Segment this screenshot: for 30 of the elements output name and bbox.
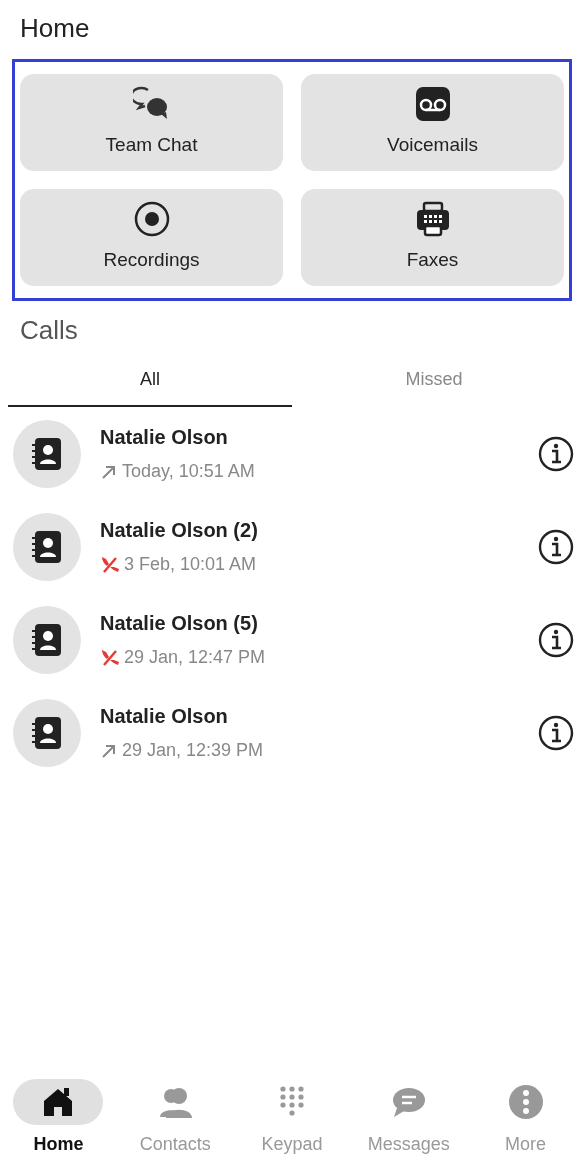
- contact-book-icon: [32, 622, 62, 657]
- section-title: Calls: [20, 314, 79, 347]
- info-button[interactable]: [538, 528, 574, 565]
- nav-tab[interactable]: Home: [0, 1079, 117, 1166]
- page-title: Home: [20, 12, 91, 44]
- shortcut-tile[interactable]: Team Chat: [20, 74, 283, 171]
- contact-name: Natalie Olson (5): [100, 611, 259, 636]
- contact-book-icon: [32, 529, 62, 564]
- contact-name: Natalie Olson (2): [100, 518, 259, 543]
- info-button[interactable]: [538, 435, 574, 472]
- tab[interactable]: Missed: [292, 361, 576, 407]
- call-time: 29 Jan, 12:39 PM: [122, 739, 264, 762]
- call-time: 29 Jan, 12:47 PM: [124, 646, 266, 669]
- info-button[interactable]: [538, 714, 574, 751]
- call-time: Today, 10:51 AM: [122, 460, 255, 483]
- voicemail-icon: [413, 85, 452, 124]
- info-button[interactable]: [538, 621, 574, 658]
- shortcut-tile[interactable]: Voicemails: [301, 74, 564, 171]
- contact-name: Natalie Olson: [100, 425, 229, 450]
- missed-call-icon: [100, 554, 120, 575]
- missed-call-icon: [100, 647, 120, 668]
- contact-name: Natalie Olson: [100, 704, 229, 729]
- shortcut-tile[interactable]: Faxes: [301, 189, 564, 286]
- contact-book-icon: [32, 715, 62, 750]
- more-icon: [507, 1084, 544, 1120]
- contact-book-icon: [32, 436, 62, 471]
- call-time: 3 Feb, 10:01 AM: [124, 553, 257, 576]
- tab[interactable]: All: [8, 361, 292, 407]
- record-icon: [132, 200, 171, 239]
- shortcut-tile[interactable]: Recordings: [20, 189, 283, 286]
